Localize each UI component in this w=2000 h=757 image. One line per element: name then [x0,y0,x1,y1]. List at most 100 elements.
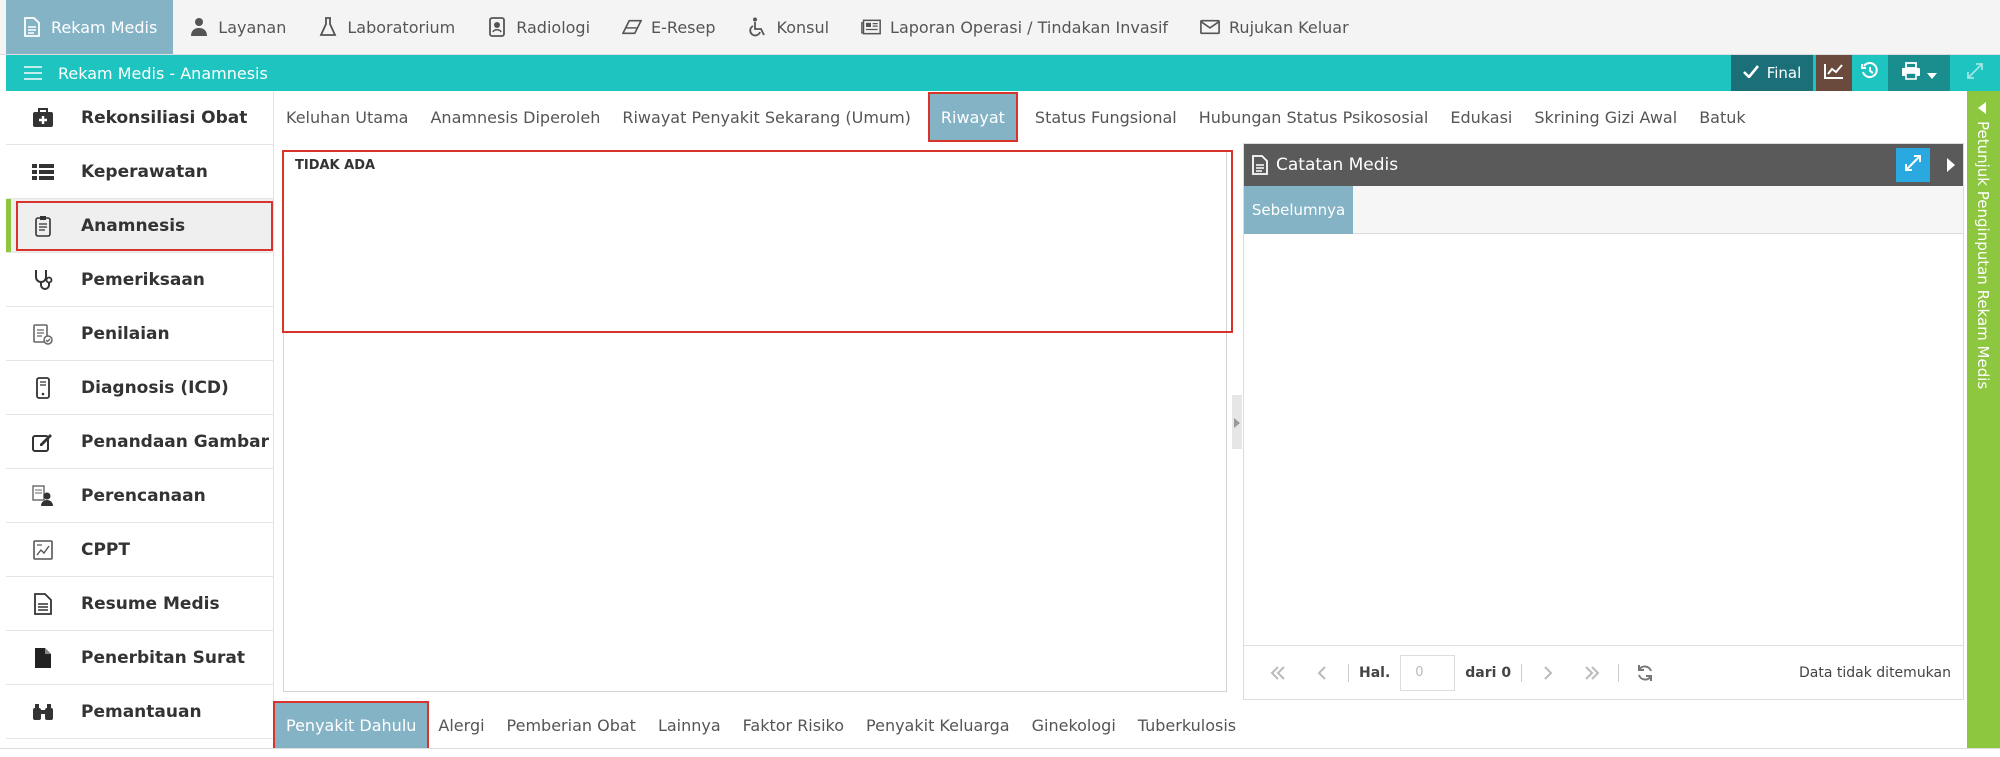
sidebar-item-resume-medis[interactable]: Resume Medis [6,577,273,631]
sidebar-item-anamnesis[interactable]: Anamnesis [6,199,273,253]
riwayat-text-field[interactable] [282,150,1233,333]
chart-doc-icon [30,539,56,560]
menu-icon[interactable] [24,66,44,80]
tab-ginekologi[interactable]: Ginekologi [1021,703,1127,748]
clipboard-icon [30,215,56,237]
sidebar-item-penerbitan-surat[interactable]: Penerbitan Surat [6,631,273,685]
catatan-medis-tabbar: Sebelumnya [1244,186,1963,234]
panel-splitter[interactable] [1232,395,1242,449]
sidebar-item-pemantauan[interactable]: Pemantauan [6,685,273,739]
tab-penyakit-dahulu[interactable]: Penyakit Dahulu [272,701,430,750]
anamnesis-tabs: Keluhan Utama Anamnesis Diperoleh Riwaya… [275,91,1965,143]
pager-separator [1348,663,1349,682]
history-button[interactable] [1852,55,1888,91]
envelope-icon [1200,17,1220,37]
print-dropdown-button[interactable] [1888,55,1950,91]
id-badge-icon [487,17,507,37]
tab-pemberian-obat[interactable]: Pemberian Obat [496,703,647,748]
tab-batuk[interactable]: Batuk [1688,94,1756,140]
sidebar-item-diagnosis-icd[interactable]: Diagnosis (ICD) [6,361,273,415]
topnav-item-rujukan-keluar[interactable]: Rujukan Keluar [1184,0,1365,54]
topnav-item-rekam-medis[interactable]: Rekam Medis [6,0,174,54]
petunjuk-side-panel[interactable]: Petunjuk Penginputan Rekam Medis [1967,91,2000,748]
history-icon [1861,62,1879,84]
sidebar-item-label: Anamnesis [81,215,186,236]
expand-icon [1967,63,1983,83]
collapse-panel-button[interactable] [1947,157,1955,177]
newspaper-icon [861,17,881,37]
tab-faktor-risiko[interactable]: Faktor Risiko [732,703,855,748]
sidebar-item-label: Penerbitan Surat [81,647,245,668]
check-icon [1742,64,1759,82]
tab-sebelumnya[interactable]: Sebelumnya [1244,186,1353,234]
sidebar-item-cppt[interactable]: CPPT [6,523,273,577]
tab-anamnesis-diperoleh[interactable]: Anamnesis Diperoleh [419,94,611,140]
topnav-item-e-resep[interactable]: E-Resep [606,0,731,54]
tab-hubungan-status-psikososial[interactable]: Hubungan Status Psikososial [1188,94,1440,140]
document-icon [22,17,42,37]
first-page-button[interactable] [1262,665,1294,680]
tab-lainnya[interactable]: Lainnya [647,703,732,748]
next-page-button[interactable] [1532,665,1564,680]
topnav-item-laporan-operasi[interactable]: Laporan Operasi / Tindakan Invasif [845,0,1184,54]
tab-riwayat-penyakit-sekarang[interactable]: Riwayat Penyakit Sekarang (Umum) [611,94,922,140]
topnav-label: Layanan [218,17,287,37]
tab-riwayat[interactable]: Riwayat [927,92,1018,142]
refresh-button[interactable] [1629,664,1661,682]
topnav-label: Rujukan Keluar [1229,17,1349,37]
file-icon [30,647,56,669]
sidebar-item-keperawatan[interactable]: Keperawatan [6,145,273,199]
tab-skrining-gizi-awal[interactable]: Skrining Gizi Awal [1523,94,1688,140]
caret-left-icon [1978,99,1986,118]
expand-panel-button[interactable] [1896,148,1930,182]
tab-penyakit-keluarga[interactable]: Penyakit Keluarga [855,703,1021,748]
sidebar-item-pemeriksaan[interactable]: Pemeriksaan [6,253,273,307]
final-label: Final [1766,64,1802,82]
tab-edukasi[interactable]: Edukasi [1439,94,1523,140]
topnav-item-radiologi[interactable]: Radiologi [471,0,606,54]
sidebar-item-label: Pemantauan [81,701,202,722]
binoculars-icon [30,703,56,721]
page-title: Rekam Medis - Anamnesis [58,63,268,83]
tab-tuberkulosis[interactable]: Tuberkulosis [1127,703,1247,748]
tab-status-fungsional[interactable]: Status Fungsional [1024,94,1188,140]
page-number-input[interactable]: 0 [1400,654,1456,691]
catatan-medis-header: Catatan Medis [1244,144,1963,186]
no-data-message: Data tidak ditemukan [1799,664,1951,681]
caret-down-icon [1927,64,1937,83]
chart-button[interactable] [1816,55,1852,91]
topnav-label: Konsul [776,17,830,37]
expand-icon [1905,154,1921,176]
catatan-medis-panel: Catatan Medis Sebelumnya Hal. 0 dari 0 D… [1243,143,1964,700]
topnav-item-konsul[interactable]: Konsul [732,0,846,54]
top-navigation: Rekam Medis Layanan Laboratorium Radiolo… [0,0,2000,55]
page-titlebar: Rekam Medis - Anamnesis Final [6,55,2000,91]
sidebar-item-label: Keperawatan [81,161,208,182]
sidebar-item-label: Diagnosis (ICD) [81,377,229,398]
sidebar-item-label: CPPT [81,539,130,560]
fullscreen-button[interactable] [1950,55,2000,91]
sidebar-item-label: Perencanaan [81,485,206,506]
pager-separator [1521,663,1523,682]
topnav-label: Laporan Operasi / Tindakan Invasif [890,17,1169,37]
mobile-icon [30,376,56,399]
sidebar-item-label: Penandaan Gambar [81,431,269,452]
prev-page-button[interactable] [1306,665,1338,680]
pager-separator [1618,663,1620,682]
stethoscope-icon [30,269,56,291]
tab-alergi[interactable]: Alergi [427,703,495,748]
sidebar-item-perencanaan[interactable]: Perencanaan [6,469,273,523]
sidebar-item-label: Penilaian [81,323,170,344]
final-button[interactable]: Final [1731,55,1813,91]
topnav-item-laboratorium[interactable]: Laboratorium [302,0,471,54]
wheelchair-icon [748,17,768,37]
sidebar-item-penilaian[interactable]: Penilaian [6,307,273,361]
last-page-button[interactable] [1576,665,1608,680]
tab-keluhan-utama[interactable]: Keluhan Utama [275,94,419,140]
topnav-item-layanan[interactable]: Layanan [173,0,302,54]
page-total-label: dari 0 [1465,664,1512,681]
sidebar-item-rekonsiliasi-obat[interactable]: Rekonsiliasi Obat [6,91,273,145]
sidebar-item-penandaan-gambar[interactable]: Penandaan Gambar [6,415,273,469]
doctor-icon [189,17,209,37]
sidebar-item-label: Resume Medis [81,593,220,614]
